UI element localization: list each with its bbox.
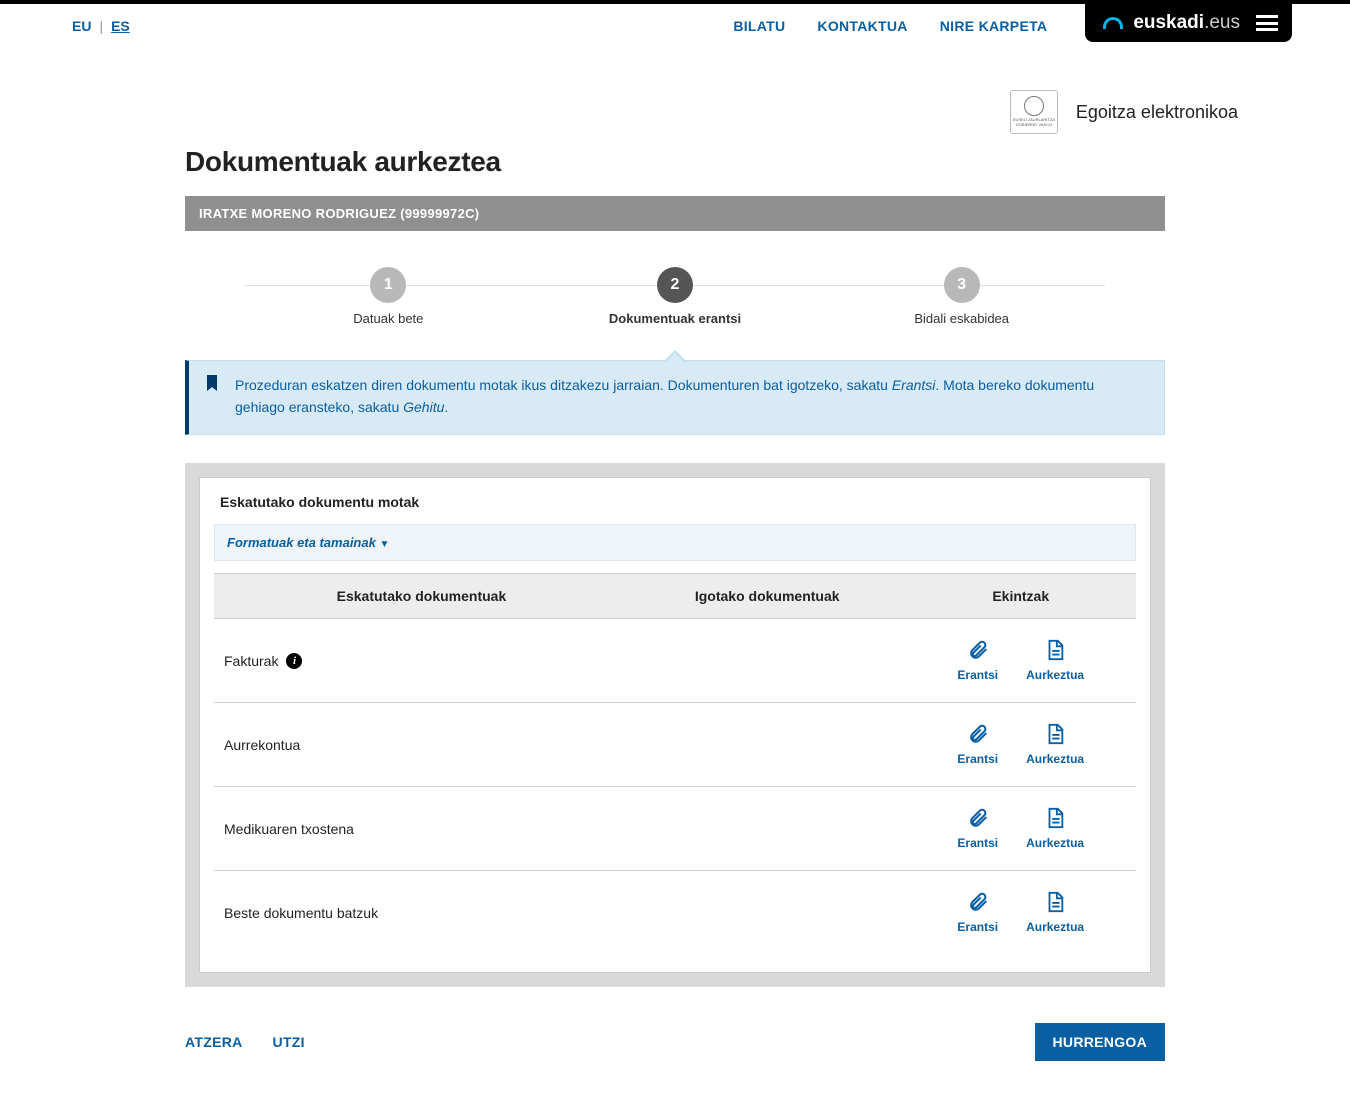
table-row: Medikuaren txostena Erantsi Aurkeztua xyxy=(214,787,1136,871)
info-text-1: Prozeduran eskatzen diren dokumentu mota… xyxy=(235,377,892,393)
main-container: Dokumentuak aurkeztea IRATXE MORENO RODR… xyxy=(185,146,1165,1101)
documents-table: Eskatutako dokumentuak Igotako dokumentu… xyxy=(214,573,1136,954)
back-button[interactable]: ATZERA xyxy=(185,1034,243,1050)
uploaded-cell xyxy=(629,619,906,703)
nav-search[interactable]: BILATU xyxy=(733,18,785,34)
lang-separator: | xyxy=(99,18,103,34)
step-2-label: Dokumentuak erantsi xyxy=(609,311,741,326)
step-1: 1 Datuak bete xyxy=(245,267,532,326)
bookmark-icon xyxy=(205,375,219,398)
presented-button[interactable]: Aurkeztua xyxy=(1026,723,1084,766)
triangle-down-icon: ▼ xyxy=(379,539,389,550)
header: EU | ES BILATU KONTAKTUA NIRE KARPETA eu… xyxy=(0,4,1350,42)
footer-left: ATZERA UTZI xyxy=(185,1034,305,1050)
presented-label: Aurkeztua xyxy=(1026,920,1084,934)
hamburger-icon[interactable] xyxy=(1256,15,1278,31)
formats-toggle[interactable]: Formatuak eta tamainak ▼ xyxy=(214,524,1136,561)
documents-panel-inner: Eskatutako dokumentu motak Formatuak eta… xyxy=(199,477,1151,973)
presented-label: Aurkeztua xyxy=(1026,836,1084,850)
euskadi-badge[interactable]: euskadi.eus xyxy=(1085,4,1292,42)
info-icon[interactable]: i xyxy=(286,653,302,669)
formats-label: Formatuak eta tamainak xyxy=(227,535,376,550)
doc-name: Medikuaren txostena xyxy=(224,821,354,837)
uploaded-cell xyxy=(629,871,906,955)
attach-label: Erantsi xyxy=(957,920,998,934)
document-icon xyxy=(1044,807,1066,832)
table-row: Beste dokumentu batzuk Erantsi Aurkeztua xyxy=(214,871,1136,955)
step-1-label: Datuak bete xyxy=(353,311,423,326)
col-requested: Eskatutako dokumentuak xyxy=(214,574,629,619)
col-actions: Ekintzak xyxy=(905,574,1136,619)
nav-folder[interactable]: NIRE KARPETA xyxy=(940,18,1048,34)
brand-row: EUSKO JAURLARITZA GOBIERNO VASCO Egoitza… xyxy=(0,42,1350,134)
uploaded-cell xyxy=(629,787,906,871)
panel-title: Eskatutako dokumentu motak xyxy=(200,478,1150,524)
footer-actions: ATZERA UTZI HURRENGOA xyxy=(185,1023,1165,1061)
attach-button[interactable]: Erantsi xyxy=(957,807,998,850)
attach-label: Erantsi xyxy=(957,668,998,682)
paperclip-icon xyxy=(967,723,989,748)
attach-button[interactable]: Erantsi xyxy=(957,723,998,766)
doc-name: Aurrekontua xyxy=(224,737,300,753)
egoitza-title: Egoitza elektronikoa xyxy=(1076,102,1238,123)
doc-name: Fakturak xyxy=(224,653,278,669)
attach-button[interactable]: Erantsi xyxy=(957,891,998,934)
doc-name: Beste dokumentu batzuk xyxy=(224,905,378,921)
arc-icon xyxy=(1103,17,1123,29)
table-row: Fakturak i Erantsi Aurkeztua xyxy=(214,619,1136,703)
cancel-button[interactable]: UTZI xyxy=(273,1034,305,1050)
step-indicator: 1 Datuak bete 2 Dokumentuak erantsi 3 Bi… xyxy=(245,267,1105,326)
paperclip-icon xyxy=(967,639,989,664)
attach-label: Erantsi xyxy=(957,752,998,766)
uploaded-cell xyxy=(629,703,906,787)
table-row: Aurrekontua Erantsi Aurkeztua xyxy=(214,703,1136,787)
presented-button[interactable]: Aurkeztua xyxy=(1026,891,1084,934)
step-3: 3 Bidali eskabidea xyxy=(818,267,1105,326)
next-button[interactable]: HURRENGOA xyxy=(1035,1023,1165,1061)
presented-label: Aurkeztua xyxy=(1026,668,1084,682)
step-pointer-icon xyxy=(663,350,687,362)
paperclip-icon xyxy=(967,807,989,832)
documents-panel: Eskatutako dokumentu motak Formatuak eta… xyxy=(185,463,1165,987)
info-box: Prozeduran eskatzen diren dokumentu mota… xyxy=(185,360,1165,435)
step-2-dot: 2 xyxy=(657,267,693,303)
page-title: Dokumentuak aurkeztea xyxy=(185,146,1165,178)
paperclip-icon xyxy=(967,891,989,916)
info-gehitu: Gehitu xyxy=(403,399,444,415)
presented-button[interactable]: Aurkeztua xyxy=(1026,807,1084,850)
language-switch: EU | ES xyxy=(72,4,130,34)
gov-emblem: EUSKO JAURLARITZA GOBIERNO VASCO xyxy=(1010,90,1058,134)
lang-es[interactable]: ES xyxy=(111,18,130,34)
presented-label: Aurkeztua xyxy=(1026,752,1084,766)
info-text-3: . xyxy=(444,399,448,415)
lang-eu[interactable]: EU xyxy=(72,18,91,34)
step-3-label: Bidali eskabidea xyxy=(914,311,1009,326)
user-bar: IRATXE MORENO RODRIGUEZ (99999972C) xyxy=(185,196,1165,231)
step-3-dot: 3 xyxy=(944,267,980,303)
presented-button[interactable]: Aurkeztua xyxy=(1026,639,1084,682)
step-2: 2 Dokumentuak erantsi xyxy=(532,267,819,326)
info-erantsi: Erantsi xyxy=(892,377,936,393)
brand-text: euskadi.eus xyxy=(1133,12,1240,34)
nav-contact[interactable]: KONTAKTUA xyxy=(817,18,907,34)
attach-label: Erantsi xyxy=(957,836,998,850)
document-icon xyxy=(1044,639,1066,664)
col-uploaded: Igotako dokumentuak xyxy=(629,574,906,619)
step-1-dot: 1 xyxy=(370,267,406,303)
header-right: BILATU KONTAKTUA NIRE KARPETA euskadi.eu… xyxy=(733,4,1292,42)
document-icon xyxy=(1044,891,1066,916)
nav-links: BILATU KONTAKTUA NIRE KARPETA xyxy=(733,4,1047,34)
attach-button[interactable]: Erantsi xyxy=(957,639,998,682)
document-icon xyxy=(1044,723,1066,748)
